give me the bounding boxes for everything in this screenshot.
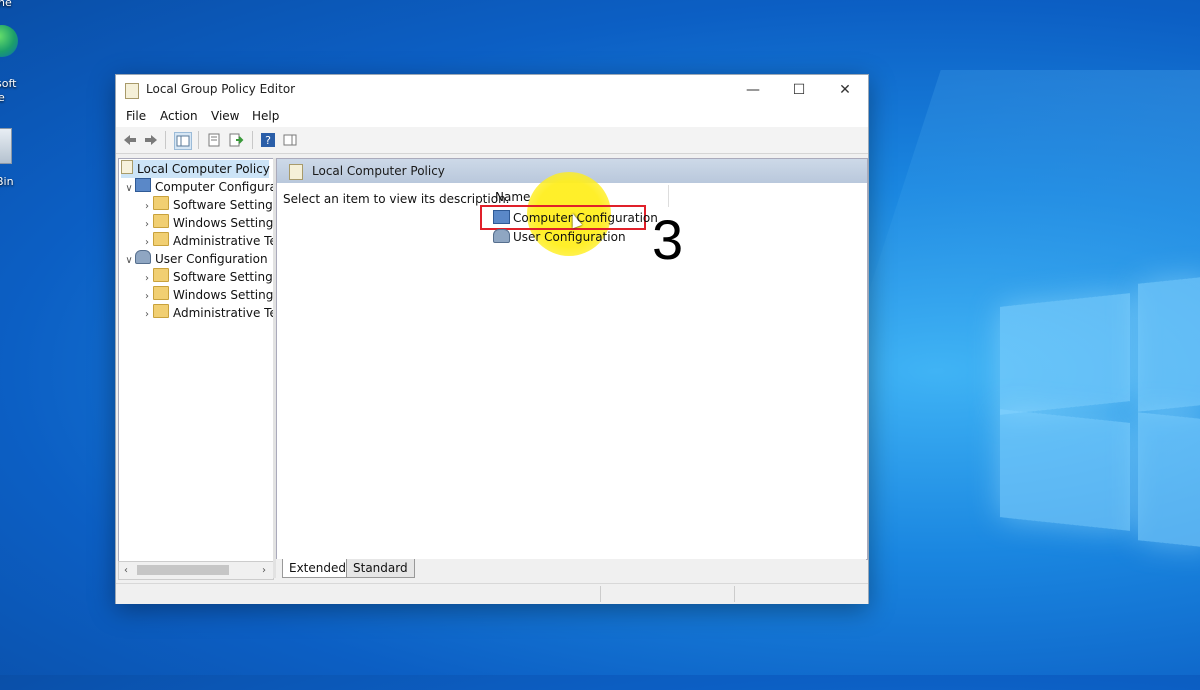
users-icon — [493, 229, 510, 243]
tree-root-item[interactable]: Local Computer Policy — [121, 160, 270, 178]
folder-icon — [153, 286, 169, 300]
users-icon — [135, 250, 151, 264]
show-hide-tree-icon[interactable] — [174, 132, 192, 150]
tree-item-label: Software Settings — [173, 270, 274, 284]
computer-icon — [493, 210, 510, 224]
tree-item-user-configuration[interactable]: ∨ User Configuration — [123, 250, 268, 268]
view-tabs: Extended Standard — [276, 559, 866, 579]
folder-icon — [153, 232, 169, 246]
tree-item-user-software-settings[interactable]: › Software Settings — [141, 268, 274, 286]
toolbar: ? — [116, 127, 868, 154]
svg-text:?: ? — [265, 134, 271, 147]
tree-item-computer-administrative-templates[interactable]: › Administrative Te — [141, 232, 274, 250]
tab-standard[interactable]: Standard — [346, 559, 415, 578]
policy-document-icon — [121, 160, 133, 174]
desktop-icon-label[interactable]: soft — [0, 77, 16, 90]
group-policy-editor-window: Local Group Policy Editor — ☐ ✕ File Act… — [115, 74, 869, 604]
chevron-down-icon[interactable]: ∨ — [123, 180, 135, 198]
menu-bar: File Action View Help — [116, 105, 868, 127]
tree-item-label: Computer Configura — [155, 180, 274, 194]
folder-icon — [153, 196, 169, 210]
list-item-label: User Configuration — [513, 230, 626, 244]
toolbar-separator — [165, 131, 166, 149]
export-list-icon[interactable] — [228, 132, 244, 148]
computer-icon — [135, 178, 151, 192]
tree-pane: Local Computer Policy ∨ Computer Configur… — [118, 158, 274, 580]
list-item-computer-configuration[interactable]: Computer Configuration — [493, 209, 658, 227]
back-icon[interactable] — [122, 132, 138, 148]
window-title: Local Group Policy Editor — [146, 82, 296, 96]
list-item-user-configuration[interactable]: User Configuration — [493, 228, 626, 246]
details-pane: Local Computer Policy Select an item to … — [276, 158, 868, 560]
tree-item-computer-software-settings[interactable]: › Software Settings — [141, 196, 274, 214]
help-icon[interactable]: ? — [260, 132, 276, 148]
desktop-icon-sublabel: e — [0, 91, 5, 104]
policy-document-icon — [289, 164, 303, 180]
folder-icon — [153, 214, 169, 228]
properties-icon[interactable] — [206, 132, 222, 148]
app-icon — [125, 83, 139, 99]
title-bar[interactable]: Local Group Policy Editor — ☐ ✕ — [116, 75, 868, 105]
description-text: Select an item to view its description. — [283, 192, 510, 206]
close-button[interactable]: ✕ — [822, 75, 868, 105]
menu-file[interactable]: File — [126, 109, 146, 123]
chevron-down-icon[interactable]: ∨ — [123, 252, 135, 270]
tree-item-label: Windows Setting — [173, 216, 274, 230]
folder-icon — [153, 268, 169, 282]
column-header-name[interactable]: Name — [495, 190, 530, 204]
folder-icon — [153, 304, 169, 318]
tree-item-label: Administrative Te — [173, 234, 274, 248]
tab-extended[interactable]: Extended — [282, 559, 353, 578]
status-divider — [734, 586, 735, 602]
windows-logo-wallpaper — [1000, 276, 1200, 560]
menu-view[interactable]: View — [211, 109, 239, 123]
desktop-label-fragment: ne — [0, 0, 12, 9]
status-bar — [116, 583, 868, 604]
tree-item-user-windows-settings[interactable]: › Windows Setting — [141, 286, 273, 304]
scroll-right-icon[interactable]: › — [257, 562, 271, 579]
tree-item-computer-windows-settings[interactable]: › Windows Setting — [141, 214, 273, 232]
maximize-button[interactable]: ☐ — [776, 75, 822, 105]
chevron-right-icon[interactable]: › — [141, 306, 153, 324]
recycle-bin-label[interactable]: Bin — [0, 175, 14, 188]
scroll-left-icon[interactable]: ‹ — [119, 562, 133, 579]
tree-item-label: Software Settings — [173, 198, 274, 212]
recycle-bin-icon[interactable] — [0, 128, 12, 164]
edge-icon[interactable] — [0, 25, 18, 57]
menu-help[interactable]: Help — [252, 109, 279, 123]
scrollbar-thumb[interactable] — [137, 565, 229, 575]
forward-icon[interactable] — [143, 132, 159, 148]
tree-item-computer-configuration[interactable]: ∨ Computer Configura — [123, 178, 274, 198]
tree-item-user-administrative-templates[interactable]: › Administrative Te — [141, 304, 274, 324]
tree-item-label: Administrative Te — [173, 306, 274, 320]
list-item-label: Computer Configuration — [513, 211, 658, 225]
tree-item-label: Windows Setting — [173, 288, 274, 302]
menu-action[interactable]: Action — [160, 109, 198, 123]
tree-item-label: User Configuration — [155, 252, 268, 266]
column-separator[interactable] — [668, 185, 669, 207]
status-divider — [600, 586, 601, 602]
toolbar-separator — [252, 131, 253, 149]
tree-horizontal-scrollbar[interactable]: ‹ › — [118, 561, 274, 580]
tree-root-label: Local Computer Policy — [137, 162, 270, 176]
toolbar-separator — [198, 131, 199, 149]
minimize-button[interactable]: — — [730, 75, 776, 105]
details-header-title: Local Computer Policy — [312, 164, 445, 178]
show-action-pane-icon[interactable] — [282, 132, 298, 148]
